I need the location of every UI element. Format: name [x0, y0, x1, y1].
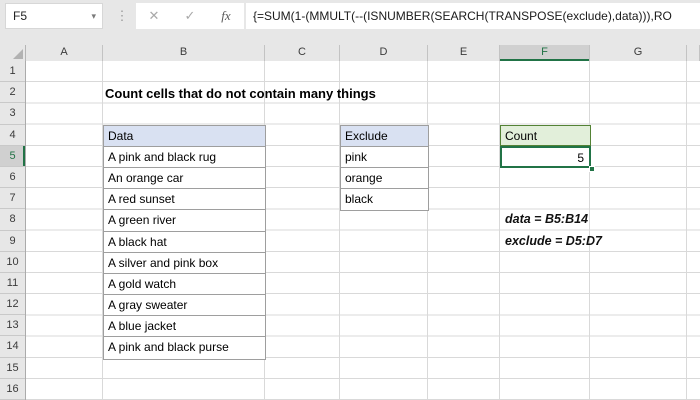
selected-cell-f5[interactable]: 5 [500, 145, 591, 168]
exclude-table-row[interactable]: black [341, 189, 428, 211]
data-table-row[interactable]: An orange car [104, 167, 265, 190]
column-header-F[interactable]: F [500, 45, 590, 61]
fill-handle[interactable] [589, 165, 595, 172]
count-header-cell[interactable]: Count [500, 124, 591, 146]
name-box[interactable]: F5 ▾ [5, 3, 103, 29]
exclude-table-row[interactable]: orange [341, 167, 428, 190]
column-header-G[interactable]: G [590, 45, 687, 61]
column-header-A[interactable]: A [26, 45, 103, 61]
formula-bar: F5 ▾ ⋮ ✕ ✓ fx {=SUM(1-(MMULT(--(ISNUMBER… [0, 0, 700, 45]
gridline-vertical [686, 61, 687, 400]
row-header-2[interactable]: 2 [0, 82, 25, 104]
chevron-down-icon[interactable]: ▾ [91, 11, 102, 22]
gridline-vertical [339, 61, 340, 400]
insert-function-icon[interactable]: fx [211, 8, 241, 24]
formula-bar-buttons: ✕ ✓ fx [136, 3, 244, 29]
data-table-row[interactable]: A gray sweater [104, 295, 265, 317]
formula-text: {=SUM(1-(MMULT(--(ISNUMBER(SEARCH(TRANSP… [253, 9, 672, 23]
row-header-3[interactable]: 3 [0, 103, 25, 125]
row-headers: 1 2 3 4 5 6 7 8 9 10 11 12 13 14 15 16 [0, 61, 26, 400]
excel-window: F5 ▾ ⋮ ✕ ✓ fx {=SUM(1-(MMULT(--(ISNUMBER… [0, 0, 700, 400]
data-table-row[interactable]: A red sunset [104, 189, 265, 211]
data-table-row[interactable]: A pink and black purse [104, 337, 265, 359]
cancel-icon[interactable]: ✕ [139, 8, 169, 24]
enter-icon[interactable]: ✓ [175, 8, 205, 24]
column-header-D[interactable]: D [340, 45, 428, 61]
worksheet-title: Count cells that do not contain many thi… [105, 86, 376, 101]
data-table-row[interactable]: A green river [104, 210, 265, 232]
data-table-rows: A pink and black rug An orange car A red s… [104, 146, 265, 359]
exclude-table: Exclude pink orange black [340, 124, 429, 212]
gridline-vertical [499, 61, 500, 400]
data-table-header[interactable]: Data [104, 125, 265, 147]
column-header-E[interactable]: E [428, 45, 500, 61]
select-all-triangle-icon [13, 49, 23, 59]
column-header-B[interactable]: B [103, 45, 265, 61]
data-table-row[interactable]: A gold watch [104, 273, 265, 296]
dots-separator-icon: ⋮ [115, 8, 129, 23]
row-header-5[interactable]: 5 [0, 145, 25, 167]
row-header-9[interactable]: 9 [0, 230, 25, 252]
data-table-row[interactable]: A pink and black rug [104, 146, 265, 168]
gridline-vertical [427, 61, 428, 400]
exclude-table-row[interactable]: pink [341, 146, 428, 168]
select-all-button[interactable] [0, 45, 26, 61]
formula-input[interactable]: {=SUM(1-(MMULT(--(ISNUMBER(SEARCH(TRANSP… [246, 3, 700, 29]
column-header-C[interactable]: C [265, 45, 340, 61]
row-header-14[interactable]: 14 [0, 336, 25, 358]
row-header-13[interactable]: 13 [0, 315, 25, 337]
column-header-partial[interactable] [687, 45, 700, 61]
column-headers-row: ABCDEFG [0, 45, 700, 61]
row-header-15[interactable]: 15 [0, 357, 25, 379]
row-header-8[interactable]: 8 [0, 209, 25, 231]
data-table: Data A pink and black rug An orange car A … [103, 124, 266, 360]
exclude-table-rows: pink orange black [341, 146, 428, 211]
row-header-12[interactable]: 12 [0, 294, 25, 316]
cell-reference: F5 [13, 9, 28, 23]
row-header-7[interactable]: 7 [0, 188, 25, 210]
count-table: Count 5 [500, 124, 595, 172]
named-range-annotation-exclude: exclude = D5:D7 [505, 233, 602, 248]
row-header-6[interactable]: 6 [0, 166, 25, 189]
named-range-annotation-data: data = B5:B14 [505, 212, 589, 227]
exclude-table-header[interactable]: Exclude [341, 125, 428, 147]
row-header-10[interactable]: 10 [0, 251, 25, 273]
data-table-row[interactable]: A blue jacket [104, 316, 265, 338]
row-header-1[interactable]: 1 [0, 61, 25, 83]
worksheet-grid: ABCDEFG 1 2 3 4 5 6 7 8 9 10 11 12 13 14 15 16 Count ce… [0, 45, 700, 400]
row-header-4[interactable]: 4 [0, 124, 25, 146]
data-table-row[interactable]: A black hat [104, 231, 265, 253]
row-header-16[interactable]: 16 [0, 378, 25, 400]
data-table-row[interactable]: A silver and pink box [104, 252, 265, 274]
row-header-11[interactable]: 11 [0, 272, 25, 295]
